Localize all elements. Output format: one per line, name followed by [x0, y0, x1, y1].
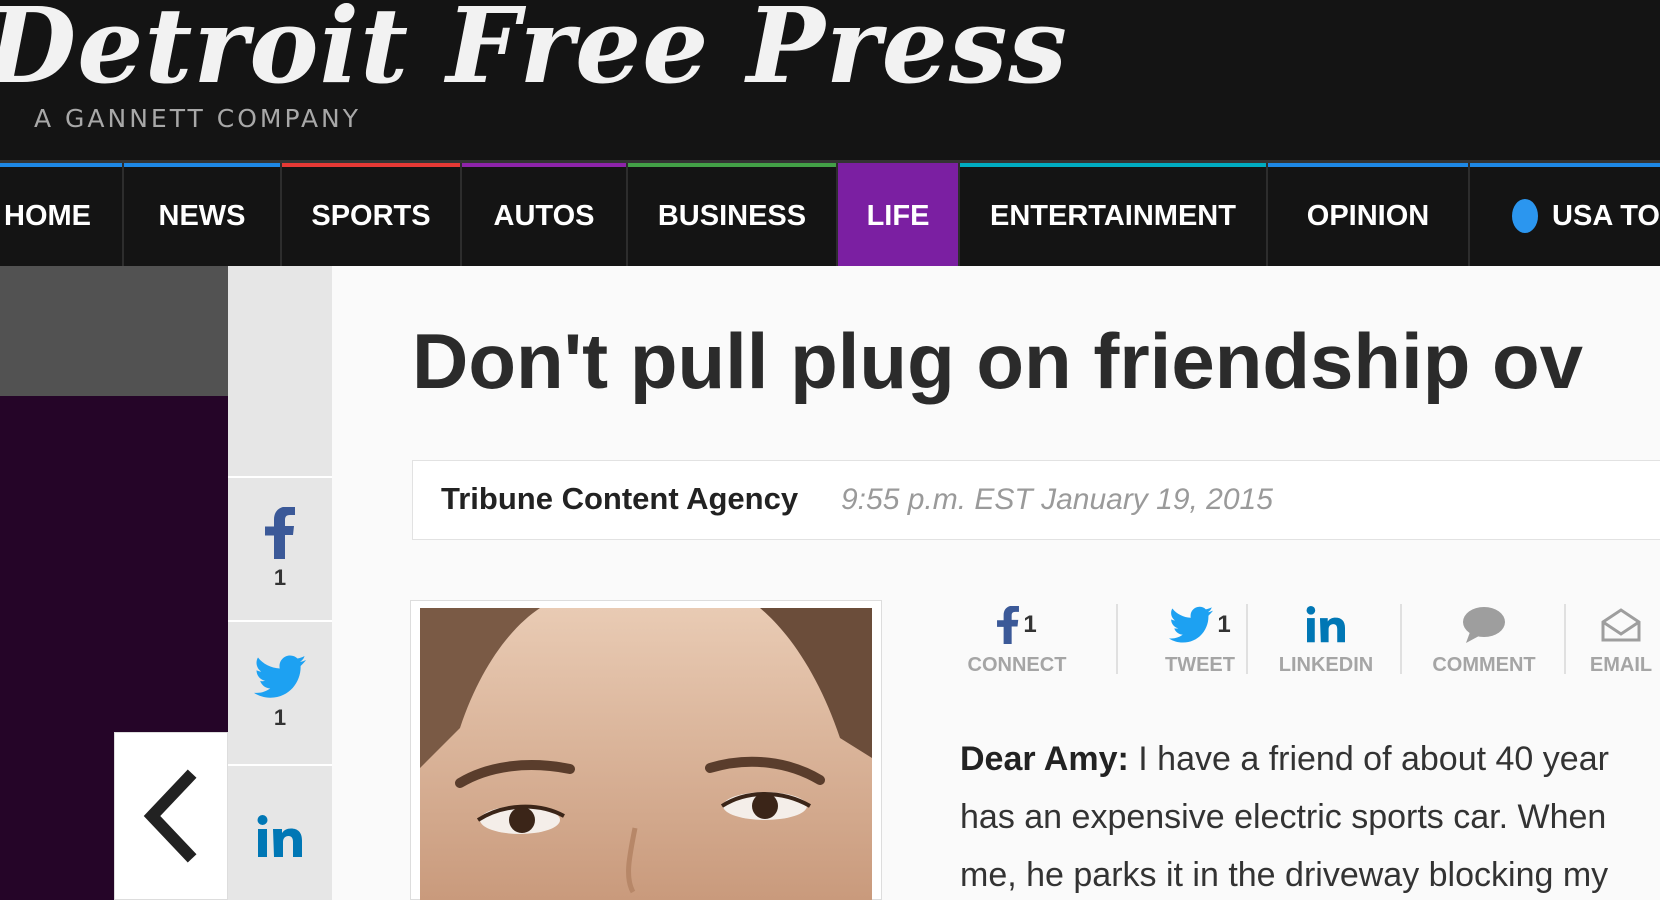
salutation: Dear Amy:	[960, 740, 1129, 778]
left-panel-top	[0, 266, 228, 396]
rail-facebook-button[interactable]: 1	[228, 476, 332, 620]
article-body: Dear Amy: I have a friend of about 40 ye…	[960, 730, 1660, 904]
main-nav: HOME NEWS SPORTS AUTOS BUSINESS LIFE ENT…	[0, 160, 1660, 269]
article-body-line-2: has an expensive electric sports car. Wh…	[960, 798, 1607, 836]
share-divider	[1116, 604, 1118, 674]
nav-opinion-label: OPINION	[1306, 199, 1430, 232]
nav-opinion[interactable]: OPINION	[1268, 163, 1470, 269]
usa-today-dot-icon	[1512, 199, 1539, 233]
connect-label: CONNECT	[967, 654, 1067, 676]
nav-home-label: HOME	[4, 199, 91, 232]
share-divider	[1246, 604, 1248, 674]
share-connect-button[interactable]: 1 CONNECT	[962, 600, 1072, 696]
linkedin-label: LINKEDIN	[1278, 654, 1374, 676]
article-timestamp: 9:55 p.m. EST January 19, 2015	[841, 483, 1273, 516]
article-body-line-1: Dear Amy: I have a friend of about 40 ye…	[960, 730, 1660, 788]
nav-autos-label: AUTOS	[493, 199, 595, 232]
tweet-count: 1	[1217, 611, 1231, 638]
nav-life[interactable]: LIFE	[838, 163, 960, 269]
comment-label: COMMENT	[1432, 654, 1536, 676]
rail-twitter-button[interactable]: 1	[228, 620, 332, 764]
email-label: EMAIL	[1589, 654, 1653, 676]
email-icon	[1601, 608, 1641, 642]
comment-icon	[1463, 607, 1505, 643]
linkedin-icon	[1306, 606, 1345, 643]
article-photo[interactable]	[420, 608, 872, 900]
share-tweet-button[interactable]: 1 TWEET	[1140, 600, 1260, 696]
nav-entertainment-label: ENTERTAINMENT	[990, 199, 1236, 232]
twitter-icon	[1169, 606, 1214, 643]
nav-life-label: LIFE	[866, 199, 930, 232]
nav-autos[interactable]: AUTOS	[462, 163, 628, 269]
tweet-label: TWEET	[1165, 654, 1235, 676]
article-body-line-3: me, he parks it in the driveway blocking…	[960, 856, 1609, 894]
nav-sports[interactable]: SPORTS	[282, 163, 462, 269]
nav-usa-today-label: USA TO	[1552, 199, 1660, 232]
body-line-1-text: I have a friend of about 40 year	[1138, 740, 1609, 778]
share-comment-button[interactable]: COMMENT	[1422, 600, 1546, 696]
twitter-icon	[254, 655, 306, 698]
facebook-icon	[265, 507, 295, 559]
rail-top-spacer	[228, 266, 332, 476]
site-logo[interactable]: Detroit Free Press	[0, 0, 1068, 107]
rail-facebook-count: 1	[273, 565, 287, 590]
chevron-left-icon	[143, 769, 197, 863]
tagline: A GANNETT COMPANY	[34, 104, 362, 133]
portrait-image	[420, 608, 872, 900]
share-rail: 1 1	[228, 266, 333, 900]
share-divider	[1400, 604, 1402, 674]
share-divider	[1564, 604, 1566, 674]
share-linkedin-button[interactable]: LINKEDIN	[1266, 600, 1386, 696]
article-share-bar: 1 CONNECT 1 TWEET LINKEDIN COMMENT EMAIL	[962, 600, 1660, 696]
nav-business[interactable]: BUSINESS	[628, 163, 838, 269]
nav-news[interactable]: NEWS	[124, 163, 282, 269]
article-headline: Don't pull plug on friendship ov	[412, 317, 1584, 405]
connect-count: 1	[1023, 611, 1037, 638]
nav-business-label: BUSINESS	[657, 199, 807, 232]
nav-sports-label: SPORTS	[311, 199, 431, 232]
byline: Tribune Content Agency 9:55 p.m. EST Jan…	[412, 460, 1660, 540]
rail-twitter-count: 1	[273, 705, 287, 730]
article-author[interactable]: Tribune Content Agency	[441, 481, 798, 517]
rail-linkedin-button[interactable]	[228, 764, 332, 908]
masthead: Detroit Free Press A GANNETT COMPANY	[0, 0, 1660, 160]
nav-entertainment[interactable]: ENTERTAINMENT	[960, 163, 1268, 269]
nav-home[interactable]: HOME	[0, 163, 124, 269]
nav-usa-today[interactable]: USA TO	[1470, 163, 1660, 269]
linkedin-icon	[257, 815, 302, 857]
facebook-icon	[997, 606, 1020, 644]
nav-news-label: NEWS	[158, 199, 246, 232]
share-email-button[interactable]: EMAIL	[1582, 600, 1660, 696]
previous-article-button[interactable]	[114, 732, 228, 900]
